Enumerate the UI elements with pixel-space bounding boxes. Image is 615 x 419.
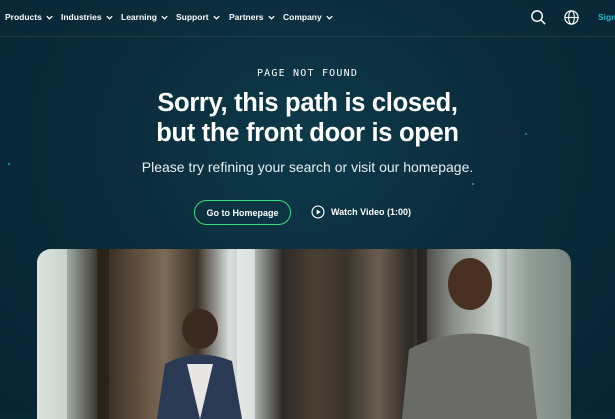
decorative-dot: [525, 133, 527, 135]
nav-item-industries[interactable]: Industries: [61, 12, 114, 22]
nav-item-label: Products: [5, 12, 42, 22]
headline-line-2: but the front door is open: [156, 119, 459, 147]
chevron-down-icon: [212, 15, 220, 20]
play-icon: [311, 205, 325, 219]
search-icon[interactable]: [530, 9, 547, 26]
headline-line-1: Sorry, this path is closed,: [157, 89, 458, 117]
globe-icon[interactable]: [563, 9, 580, 26]
video-scene: [157, 258, 537, 419]
nav-item-label: Partners: [229, 12, 264, 22]
watch-video-button[interactable]: Watch Video (1:00): [311, 205, 411, 219]
chevron-down-icon: [161, 15, 168, 20]
chevron-down-icon: [326, 15, 333, 20]
chevron-down-icon: [105, 15, 113, 20]
nav-item-partners[interactable]: Partners: [229, 12, 276, 22]
page-not-found-label: PAGE NOT FOUND: [256, 68, 359, 79]
go-to-homepage-label: Go to Homepage: [206, 207, 279, 218]
sign-in-link[interactable]: Sign: [598, 12, 615, 22]
chevron-down-icon: [46, 15, 53, 20]
watch-video-label: Watch Video (1:00): [331, 207, 412, 217]
chevron-down-icon: [267, 15, 275, 20]
person-left-head: [182, 309, 218, 349]
video-thumbnail[interactable]: [37, 249, 571, 419]
decorative-dot: [472, 183, 474, 185]
subtitle: Please try refining your search or visit…: [141, 159, 474, 175]
nav-item-label: Learning: [121, 12, 157, 22]
top-navigation: Products Industries Learning Support Par…: [0, 0, 615, 37]
nav-item-label: Industries: [61, 12, 102, 22]
nav-item-learning[interactable]: Learning: [121, 12, 169, 22]
nav-item-label: Support: [176, 12, 209, 22]
decorative-dot: [8, 163, 10, 165]
nav-item-products[interactable]: Products: [5, 12, 54, 22]
nav-item-support[interactable]: Support: [176, 12, 221, 22]
go-to-homepage-button[interactable]: Go to Homepage: [194, 200, 291, 225]
person-right-head: [448, 258, 492, 310]
person-right-shirt: [402, 333, 537, 419]
page-title: Sorry, this path is closed, but the fron…: [0, 88, 615, 148]
nav-item-label: Company: [283, 12, 322, 22]
nav-item-company[interactable]: Company: [283, 12, 334, 22]
